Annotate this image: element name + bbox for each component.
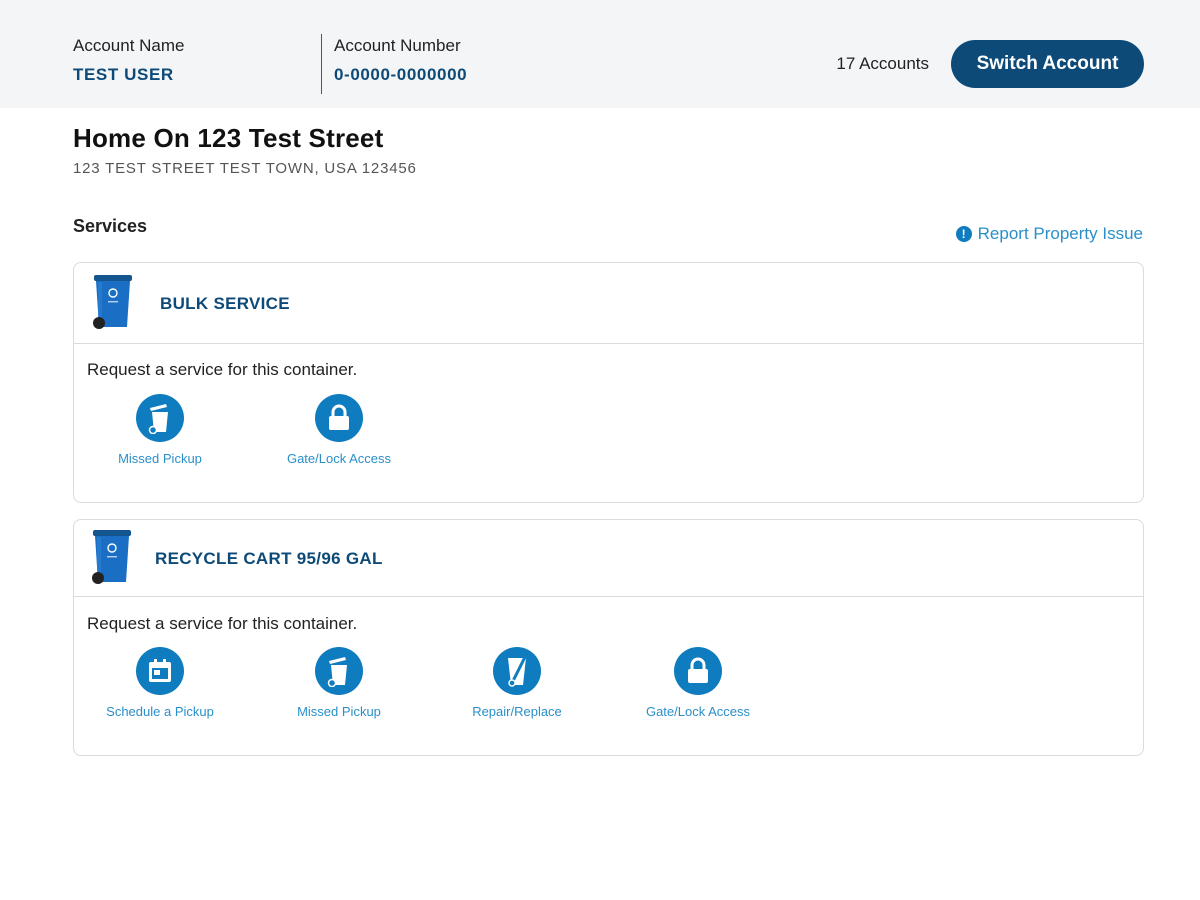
service-card-prompt: Request a service for this container. (87, 614, 358, 633)
action-gate-lock-access[interactable]: Gate/Lock Access (623, 647, 773, 719)
service-card-title: BULK SERVICE (160, 294, 290, 313)
missed-pickup-icon (315, 647, 363, 695)
lock-icon (674, 647, 722, 695)
account-name-value: TEST USER (73, 65, 174, 84)
action-gate-lock-access[interactable]: Gate/Lock Access (264, 394, 414, 466)
accounts-count: 17 Accounts (836, 54, 929, 73)
missed-pickup-icon (136, 394, 184, 442)
account-name-label: Account Name (73, 36, 185, 55)
action-label: Repair/Replace (472, 704, 562, 719)
account-bar: Account Name TEST USER Account Number 0-… (0, 0, 1200, 108)
action-repair-replace[interactable]: Repair/Replace (442, 647, 592, 719)
service-card-header: RECYCLE CART 95/96 GAL (74, 520, 1143, 597)
switch-account-button[interactable]: Switch Account (951, 40, 1144, 88)
action-missed-pickup[interactable]: Missed Pickup (85, 394, 235, 466)
account-number-value: 0-0000-0000000 (334, 65, 468, 84)
calendar-icon (136, 647, 184, 695)
lock-icon (315, 394, 363, 442)
action-label: Gate/Lock Access (286, 451, 392, 466)
repair-replace-icon (493, 647, 541, 695)
property-address: 123 TEST STREET TEST TOWN, USA 123456 (73, 160, 417, 177)
cart-icon (93, 275, 132, 329)
alert-icon: ! (955, 226, 972, 242)
service-card-bulk: BULK SERVICE Request a service for this … (73, 262, 1144, 503)
account-divider (321, 34, 322, 94)
action-label: Missed Pickup (118, 451, 202, 466)
service-card-header: BULK SERVICE (74, 263, 1143, 344)
service-card-prompt: Request a service for this container. (87, 360, 358, 379)
service-card-recycle: RECYCLE CART 95/96 GAL Request a service… (73, 519, 1144, 756)
action-label: Missed Pickup (297, 704, 381, 719)
account-number-label: Account Number (334, 36, 461, 55)
report-property-issue-label: Report Property Issue (977, 224, 1143, 243)
action-label: Gate/Lock Access (645, 704, 751, 719)
action-schedule-pickup[interactable]: Schedule a Pickup (85, 647, 235, 719)
action-missed-pickup[interactable]: Missed Pickup (264, 647, 414, 719)
account-number-block: Account Number 0-0000-0000000 (334, 36, 467, 85)
account-name-block: Account Name TEST USER (73, 36, 185, 85)
service-card-title: RECYCLE CART 95/96 GAL (155, 549, 383, 568)
cart-icon (92, 530, 131, 584)
report-property-issue-link[interactable]: ! Report Property Issue (955, 224, 1143, 244)
action-label: Schedule a Pickup (106, 704, 214, 719)
page-title: Home On 123 Test Street (73, 123, 384, 153)
services-heading: Services (73, 216, 148, 236)
